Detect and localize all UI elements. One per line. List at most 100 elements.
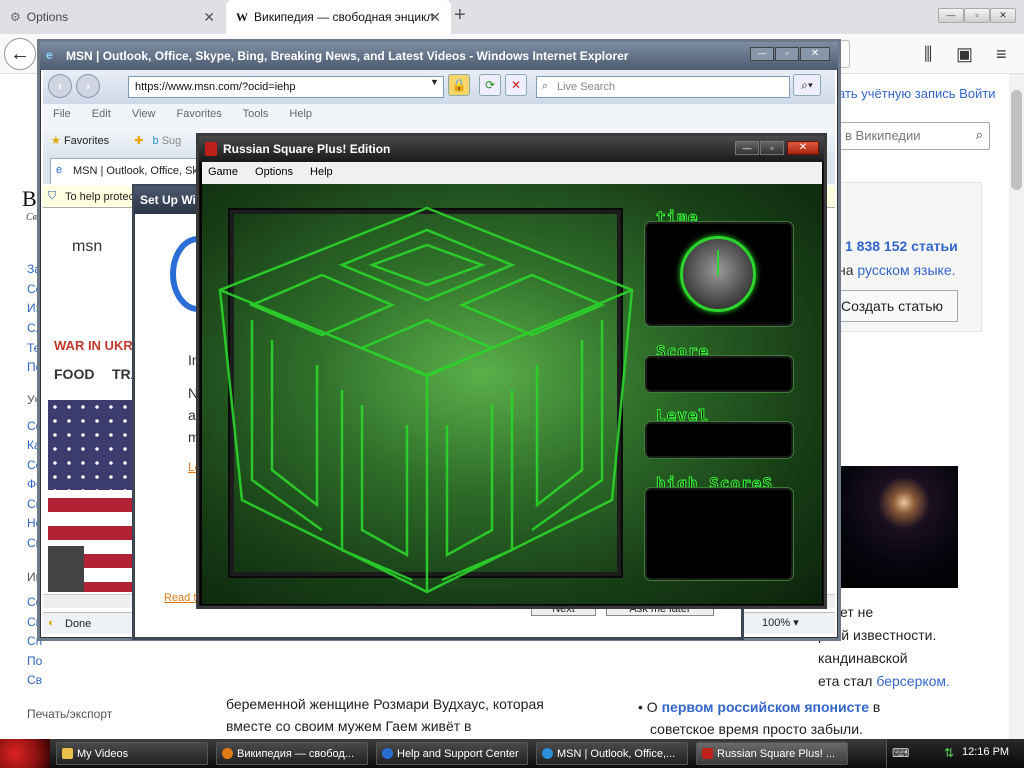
setup-text: m — [188, 429, 200, 445]
cube-logo-graphic — [218, 206, 634, 594]
lock-icon[interactable]: 🔒 — [448, 74, 470, 96]
menu-help[interactable]: Help — [289, 108, 312, 120]
wikipedia-icon: W — [236, 9, 248, 24]
tab-options[interactable]: ⚙ Options ✕ — [0, 0, 225, 34]
ie-title-bar[interactable]: e MSN | Outlook, Office, Skype, Bing, Br… — [40, 42, 838, 70]
featured-image[interactable] — [838, 466, 958, 588]
back-button[interactable]: ← — [4, 38, 36, 70]
forward-button[interactable]: › — [76, 74, 100, 98]
ie-tab[interactable]: e MSN | Outlook, Office, Sky — [50, 158, 200, 184]
setup-text: N — [188, 385, 199, 401]
folder-icon — [62, 748, 73, 759]
stop-button[interactable]: ✕ — [505, 74, 527, 96]
sidebar-link[interactable]: За — [27, 262, 41, 276]
close-button[interactable]: ✕ — [787, 141, 819, 155]
article-text: кандинавской — [818, 650, 908, 666]
news-item: • О первом российском японисте в советск… — [638, 699, 881, 737]
menu-tools[interactable]: Tools — [243, 108, 269, 120]
sidebar-link[interactable]: По — [27, 654, 42, 668]
search-icon[interactable]: ⌕ — [976, 127, 983, 143]
search-input[interactable]: в Википедии ⌕ — [838, 122, 990, 150]
favorites-button[interactable]: Favorites — [64, 135, 109, 147]
maximize-button[interactable]: ▫ — [964, 8, 990, 23]
news-image-shadow — [48, 546, 84, 592]
back-button[interactable]: ‹ — [48, 74, 72, 98]
maximize-button[interactable]: ▫ — [760, 141, 784, 155]
menu-file[interactable]: File — [53, 108, 71, 120]
refresh-button[interactable]: ⟳ — [479, 74, 501, 96]
network-icon[interactable]: ⇅ — [944, 746, 954, 760]
msn-nav-war[interactable]: WAR IN UKRA — [54, 338, 142, 353]
taskbar-item-russian-square[interactable]: Russian Square Plus! ... — [696, 742, 848, 765]
sidebar-link[interactable]: Св — [27, 673, 42, 687]
level-panel — [645, 422, 793, 458]
arrow-left-icon: ← — [10, 43, 30, 65]
menu-view[interactable]: View — [132, 108, 156, 120]
account-links[interactable]: ать учётную запись Войти — [838, 86, 996, 101]
scrollbar-thumb[interactable] — [1011, 90, 1022, 190]
keyboard-icon[interactable]: ⌨ — [892, 746, 909, 760]
wikipedia-logo[interactable]: B — [22, 186, 37, 212]
library-icon[interactable]: ⫼ — [924, 44, 932, 65]
game-title-bar[interactable]: Russian Square Plus! Edition — [199, 136, 824, 162]
tray-clock[interactable]: 12:16 PM — [962, 746, 1009, 758]
tab-label: Options — [26, 10, 69, 24]
sidebar-link[interactable]: Ка — [27, 438, 41, 452]
ie-tab-icon: e — [56, 164, 63, 176]
sidebar-icon[interactable]: ▣ — [956, 44, 973, 65]
article-link[interactable]: берсерком. — [876, 673, 950, 689]
menu-options[interactable]: Options — [255, 166, 293, 178]
sidebar-link[interactable]: Те — [27, 341, 40, 355]
language-link[interactable]: русском языке. — [857, 262, 955, 278]
menu-help[interactable]: Help — [310, 166, 333, 178]
address-bar[interactable]: https://www.msn.com/?ocid=iehp — [128, 76, 444, 98]
gear-icon: ⚙ — [10, 10, 21, 24]
msn-nav-food[interactable]: FOOD — [54, 366, 94, 382]
close-icon[interactable]: ✕ — [203, 9, 215, 26]
read-privacy-link[interactable]: Read t — [164, 592, 196, 604]
maximize-button[interactable]: ▫ — [775, 47, 799, 61]
close-icon[interactable]: ✕ — [429, 9, 441, 26]
create-article-button[interactable]: Создать статью — [826, 290, 958, 322]
status-icon: ◐ — [48, 617, 55, 629]
tab-wikipedia[interactable]: W Википедия — свободная энцикл ✕ — [226, 0, 451, 34]
news-image-stars — [48, 400, 134, 490]
taskbar-item-msn[interactable]: MSN | Outlook, Office,... — [536, 742, 688, 765]
close-button[interactable]: ✕ — [990, 8, 1016, 23]
new-tab-button[interactable]: + — [454, 4, 466, 27]
start-button[interactable] — [0, 739, 50, 768]
news-link[interactable]: первом российском японисте — [662, 699, 869, 715]
high-scores-panel — [645, 488, 793, 580]
ie-icon — [542, 748, 553, 759]
menu-icon[interactable]: ≡ — [996, 44, 1007, 65]
menu-edit[interactable]: Edit — [92, 108, 111, 120]
zoom-control[interactable]: 100% ▾ — [752, 614, 812, 632]
taskbar-item-my-videos[interactable]: My Videos — [56, 742, 208, 765]
clock-hand — [717, 250, 719, 276]
taskbar-item-wikipedia[interactable]: Википедия — свобод... — [216, 742, 368, 765]
search-input[interactable]: ⌕ Live Search — [536, 76, 790, 98]
menu-game[interactable]: Game — [208, 166, 238, 178]
star-icon: ★ — [51, 135, 61, 147]
minimize-button[interactable]: — — [735, 141, 759, 155]
search-icon: ⌕ — [542, 80, 549, 92]
suggested-sites[interactable]: Sug — [162, 135, 182, 147]
msn-logo[interactable]: msn — [72, 238, 102, 256]
search-button[interactable]: ⌕▾ — [793, 74, 821, 96]
minimize-button[interactable]: — — [750, 47, 774, 61]
minimize-button[interactable]: — — [938, 8, 964, 23]
sidebar-heading: Печать/экспорт — [27, 707, 113, 721]
shield-icon: ⛉ — [48, 190, 57, 202]
sidebar-heading: Уч — [27, 393, 41, 407]
close-button[interactable]: ✕ — [800, 47, 830, 61]
add-favorite-icon[interactable]: ✚ — [134, 135, 143, 147]
article-count[interactable]: 1 838 152 статьи — [845, 238, 958, 254]
dropdown-arrow-icon[interactable]: ▼ — [430, 77, 439, 87]
game-menu-bar: Game Options Help — [202, 162, 822, 184]
menu-favorites[interactable]: Favorites — [177, 108, 222, 120]
taskbar-item-help[interactable]: Help and Support Center — [376, 742, 528, 765]
ie-menu-bar: File Edit View Favorites Tools Help — [43, 104, 835, 126]
wikipedia-tagline: Св — [26, 212, 38, 223]
score-panel — [645, 356, 793, 392]
article-text: ета стал берсерком. — [818, 673, 950, 689]
